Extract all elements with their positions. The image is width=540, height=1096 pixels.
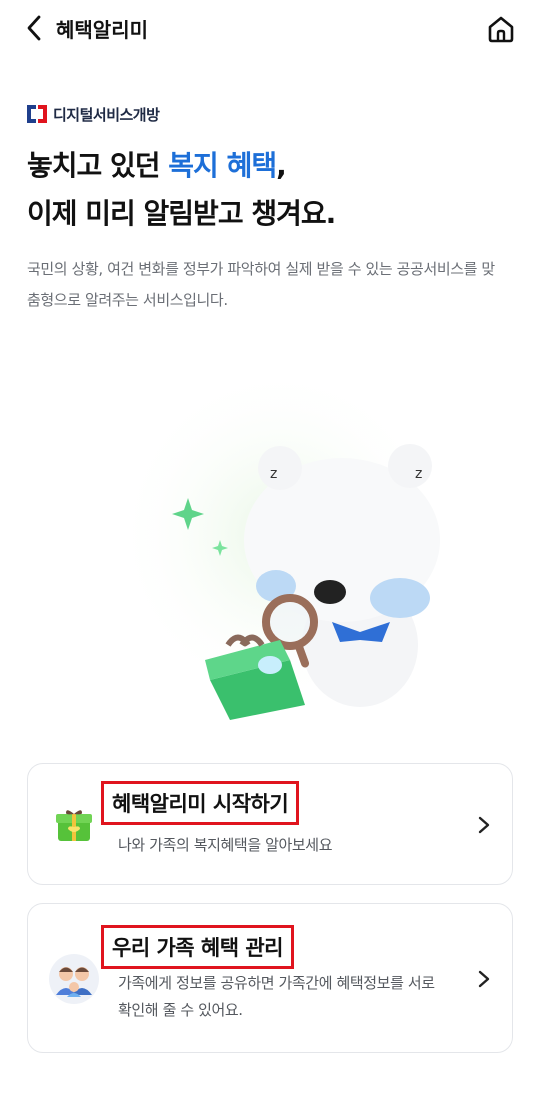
top-app-bar: 혜택알리미 [0,0,540,56]
headline-suffix: , [276,149,287,182]
chevron-left-icon [27,15,41,41]
page-title: 혜택알리미 [56,18,148,42]
svg-text:z: z [415,466,422,482]
svg-text:z: z [270,466,277,482]
brand-logo-icon [27,105,47,123]
headline-accent: 복지 혜택 [168,149,277,182]
card-subtitle: 나와 가족의 복지혜택을 알아보세요 [118,836,333,854]
home-button[interactable] [484,12,518,46]
service-description: 국민의 상황, 여건 변화를 정부가 파악하여 실제 받을 수 있는 공공서비스… [27,260,495,309]
headline-line-2: 이제 미리 알림받고 챙겨요. [27,197,336,230]
card-subtitle: 가족에게 정보를 공유하면 가족간에 혜택정보를 서로 확인해 줄 수 있어요. [118,974,435,1019]
headline: 놓치고 있던 복지 혜택, 이제 미리 알림받고 챙겨요. [27,142,336,238]
headline-line-1: 놓치고 있던 복지 혜택, [27,142,335,190]
family-icon [48,953,100,1005]
home-icon [488,16,514,43]
chevron-right-icon [476,969,492,989]
headline-prefix: 놓치고 있던 [27,149,169,182]
card-title: 혜택알리미 시작하기 [100,781,300,825]
chevron-right-icon [476,815,492,835]
gift-box-icon [48,799,100,851]
start-benefit-alert-card[interactable]: 혜택알리미 시작하기 나와 가족의 복지혜택을 알아보세요 [27,763,513,885]
family-benefit-management-card[interactable]: 우리 가족 혜택 관리 가족에게 정보를 공유하면 가족간에 혜택정보를 서로 … [27,903,513,1053]
hero-illustration: z z [115,360,445,720]
brand-mark: 디지털서비스개방 [27,102,160,126]
card-title: 우리 가족 혜택 관리 [101,925,294,969]
brand-name: 디지털서비스개방 [53,105,160,124]
back-button[interactable] [18,12,50,44]
